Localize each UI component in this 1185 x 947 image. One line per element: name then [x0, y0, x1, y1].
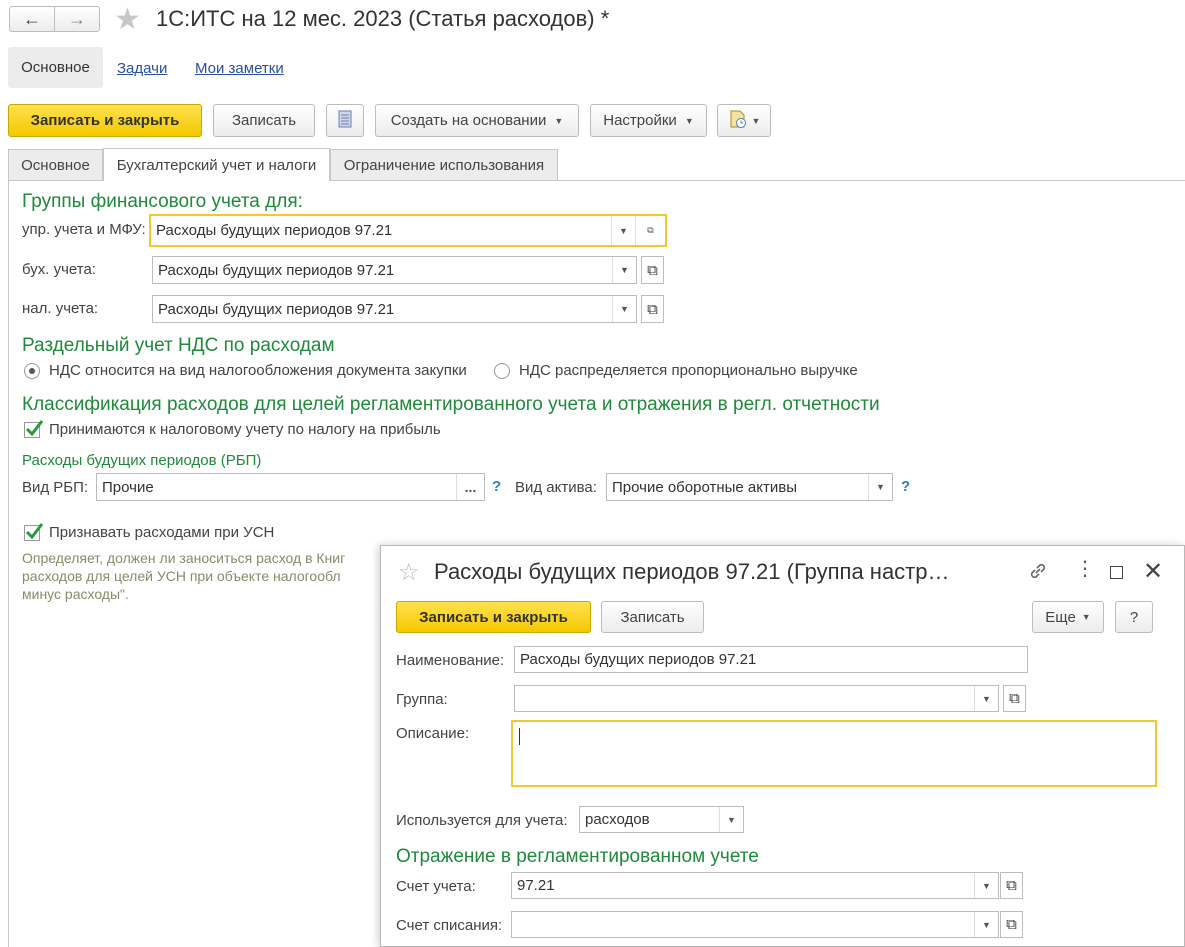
dialog-help-button[interactable]: ?	[1115, 601, 1153, 633]
dialog-save-button[interactable]: Записать	[601, 601, 704, 633]
open-icon[interactable]: ⧉	[641, 295, 664, 323]
favorite-star-icon[interactable]: ★	[114, 2, 141, 37]
vat-option-purchase-radio[interactable]	[24, 363, 40, 379]
back-button[interactable]: ←	[9, 6, 55, 32]
maximize-icon[interactable]	[1110, 566, 1123, 579]
classification-header: Классификация расходов для целей регламе…	[22, 394, 880, 415]
group-label: Группа:	[396, 691, 448, 708]
nav-item-my-notes[interactable]: Мои заметки	[195, 60, 284, 77]
description-field[interactable]	[511, 720, 1157, 787]
more-vertical-icon[interactable]: ⋮	[1075, 559, 1095, 579]
name-field[interactable]: Расходы будущих периодов 97.21	[514, 646, 1028, 673]
dropdown-arrow-icon: ▼	[1081, 612, 1091, 622]
open-icon[interactable]: ⧉	[641, 256, 664, 284]
open-icon[interactable]: ⧉	[1003, 685, 1026, 712]
save-button[interactable]: Записать	[213, 104, 315, 137]
reg-accounting-header: Отражение в регламентированном учете	[396, 846, 759, 867]
description-label: Описание:	[396, 725, 470, 742]
bookkeeping-account-label: бух. учета:	[22, 261, 96, 278]
arrow-right-icon: →	[68, 8, 86, 29]
asset-kind-field[interactable]: Прочие оборотные активы ▼	[606, 473, 893, 501]
dialog-more-button[interactable]: Еще ▼	[1032, 601, 1104, 633]
dropdown-arrow-icon: ▼	[684, 115, 694, 126]
arrow-left-icon: ←	[23, 8, 41, 29]
close-icon[interactable]: ✕	[1143, 557, 1163, 586]
rbp-header: Расходы будущих периодов (РБП)	[22, 452, 262, 469]
asset-help-icon[interactable]: ?	[901, 478, 910, 495]
dropdown-arrow-icon[interactable]: ▼	[719, 807, 743, 832]
fin-groups-header: Группы финансового учета для:	[22, 191, 303, 212]
vat-option-proportional-radio[interactable]	[494, 363, 510, 379]
dropdown-arrow-icon[interactable]: ▼	[612, 257, 636, 283]
open-icon[interactable]: ⧉	[635, 216, 665, 245]
open-icon[interactable]: ⧉	[1000, 872, 1023, 899]
used-for-label: Используется для учета:	[396, 812, 568, 829]
report-button[interactable]	[326, 104, 364, 137]
document-list-icon	[338, 110, 352, 132]
vat-header: Раздельный учет НДС по расходам	[22, 335, 335, 356]
dropdown-arrow-icon[interactable]: ▼	[612, 296, 636, 322]
writeoff-account-label: Счет списания:	[396, 917, 503, 934]
text-cursor	[519, 728, 520, 745]
dropdown-arrow-icon[interactable]: ▼	[974, 873, 998, 898]
tax-account-field[interactable]: Расходы будущих периодов 97.21 ▼	[152, 295, 637, 323]
open-icon[interactable]: ⧉	[1000, 911, 1023, 938]
rbp-kind-field[interactable]: Прочие ...	[96, 473, 485, 501]
save-and-close-button[interactable]: Записать и закрыть	[8, 104, 202, 137]
select-ellipsis-icon[interactable]: ...	[456, 474, 484, 500]
account-field[interactable]: 97.21 ▼	[511, 872, 999, 899]
bookkeeping-account-field[interactable]: Расходы будущих периодов 97.21 ▼	[152, 256, 637, 284]
tab-main[interactable]: Основное	[8, 149, 103, 180]
dropdown-arrow-icon: ▼	[751, 115, 761, 126]
dropdown-arrow-icon[interactable]: ▼	[868, 474, 892, 500]
dropdown-arrow-icon[interactable]: ▼	[611, 216, 635, 245]
group-settings-dialog: ☆ Расходы будущих периодов 97.21 (Группа…	[380, 545, 1185, 947]
dialog-star-icon[interactable]: ☆	[398, 558, 420, 587]
dialog-title: Расходы будущих периодов 97.21 (Группа н…	[434, 559, 950, 584]
nav-item-main[interactable]: Основное	[8, 47, 103, 88]
used-for-field[interactable]: расходов ▼	[579, 806, 744, 833]
usn-hint-line1: Определяет, должен ли заноситься расход …	[22, 550, 346, 566]
writeoff-account-field[interactable]: ▼	[511, 911, 999, 938]
profit-tax-checkbox[interactable]	[24, 420, 44, 438]
attachments-button[interactable]: ▼	[717, 104, 771, 137]
mgmt-account-label: упр. учета и МФУ:	[22, 221, 146, 238]
dropdown-arrow-icon[interactable]: ▼	[974, 686, 998, 711]
usn-label[interactable]: Признавать расходами при УСН	[49, 524, 274, 541]
tax-account-label: нал. учета:	[22, 300, 99, 317]
rbp-help-icon[interactable]: ?	[492, 478, 501, 495]
dropdown-arrow-icon[interactable]: ▼	[974, 912, 998, 937]
create-based-on-button[interactable]: Создать на основании ▼	[375, 104, 579, 137]
tab-accounting-taxes[interactable]: Бухгалтерский учет и налоги	[103, 148, 330, 181]
usn-hint-line2: расходов для целей УСН при объекте налог…	[22, 568, 341, 584]
file-clock-icon	[728, 109, 748, 133]
dialog-save-and-close-button[interactable]: Записать и закрыть	[396, 601, 591, 633]
name-label: Наименование:	[396, 652, 505, 669]
account-label: Счет учета:	[396, 878, 476, 895]
settings-button[interactable]: Настройки ▼	[590, 104, 707, 137]
link-icon[interactable]	[1027, 560, 1049, 586]
tab-panel-border	[8, 180, 9, 947]
nav-item-tasks[interactable]: Задачи	[117, 60, 167, 77]
profit-tax-label[interactable]: Принимаются к налоговому учету по налогу…	[49, 421, 441, 438]
forward-button[interactable]: →	[54, 6, 100, 32]
asset-kind-label: Вид актива:	[515, 479, 597, 496]
usn-hint-line3: минус расходы".	[22, 586, 129, 602]
dropdown-arrow-icon: ▼	[554, 115, 564, 126]
checkmark-icon	[25, 523, 44, 540]
checkmark-icon	[25, 420, 44, 437]
tab-usage-restriction[interactable]: Ограничение использования	[330, 149, 558, 180]
group-field[interactable]: ▼	[514, 685, 999, 712]
vat-option-proportional-label[interactable]: НДС распределяется пропорционально выруч…	[519, 362, 858, 379]
window-title: 1С:ИТС на 12 мес. 2023 (Статья расходов)…	[156, 6, 610, 31]
usn-checkbox[interactable]	[24, 523, 44, 541]
vat-option-purchase-label[interactable]: НДС относится на вид налогообложения док…	[49, 362, 467, 379]
rbp-kind-label: Вид РБП:	[22, 479, 89, 496]
mgmt-account-field[interactable]: Расходы будущих периодов 97.21 ▼ ⧉	[149, 214, 667, 247]
